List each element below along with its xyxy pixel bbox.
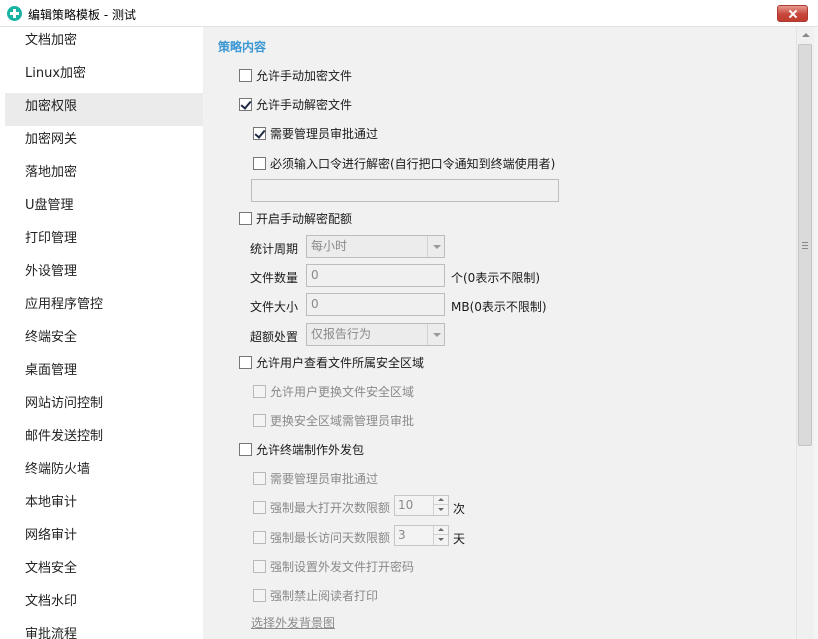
allow-manual-encrypt-label: 允许手动加密文件	[256, 68, 353, 83]
file-count-input[interactable]: 0	[306, 264, 445, 287]
allow-manual-encrypt-option[interactable]: 允许手动加密文件	[239, 66, 352, 84]
policy-content-panel: 策略内容 允许手动加密文件 允许手动解密文件 需要管理员审批通过 必须输入口令进…	[203, 27, 796, 639]
file-count-label: 文件数量	[250, 271, 299, 285]
view-security-zone-label: 允许用户查看文件所属安全区域	[256, 355, 425, 370]
vertical-scrollbar[interactable]	[796, 27, 814, 639]
outgoing-package-label: 允许终端制作外发包	[256, 442, 365, 457]
spin-down-icon[interactable]	[434, 505, 448, 514]
outgoing-package-checkbox[interactable]	[239, 442, 252, 456]
max-open-value: 10	[398, 498, 414, 512]
sidebar-item-document-security[interactable]: 文档安全	[5, 555, 203, 588]
sidebar-item-print-management[interactable]: 打印管理	[5, 225, 203, 258]
allow-manual-decrypt-checkbox[interactable]	[239, 97, 252, 111]
require-password-option[interactable]: 必须输入口令进行解密(自行把口令通知到终端使用者)	[253, 154, 555, 172]
decrypt-quota-checkbox[interactable]	[239, 211, 252, 225]
max-days-unit: 天	[453, 532, 466, 546]
outgoing-package-option[interactable]: 允许终端制作外发包	[239, 440, 364, 458]
outgoing-admin-approval-checkbox[interactable]	[253, 471, 266, 485]
sidebar-item-usb-management[interactable]: U盘管理	[5, 192, 203, 225]
no-print-label: 强制禁止阅读者打印	[270, 588, 379, 603]
section-title: 策略内容	[218, 40, 267, 54]
view-security-zone-checkbox[interactable]	[239, 355, 252, 369]
sidebar-item-application-control[interactable]: 应用程序管控	[5, 291, 203, 324]
over-quota-value: 仅报告行为	[311, 327, 372, 341]
sidebar-item-document-watermark[interactable]: 文档水印	[5, 588, 203, 621]
sidebar-item-encryption-gateway[interactable]: 加密网关	[5, 126, 203, 159]
grip-icon	[802, 242, 808, 249]
select-background-link[interactable]: 选择外发背景图	[251, 614, 335, 631]
spin-up-icon[interactable]	[434, 526, 448, 535]
sidebar-item-desktop-management[interactable]: 桌面管理	[5, 357, 203, 390]
no-print-option[interactable]: 强制禁止阅读者打印	[253, 586, 378, 604]
change-zone-approval-checkbox[interactable]	[253, 413, 266, 427]
change-zone-approval-option[interactable]: 更换安全区域需管理员审批	[253, 411, 414, 429]
max-open-option[interactable]: 强制最大打开次数限额	[253, 498, 390, 516]
no-print-checkbox[interactable]	[253, 588, 266, 602]
set-password-option[interactable]: 强制设置外发文件打开密码	[253, 557, 414, 575]
max-open-stepper[interactable]: 10	[394, 495, 449, 516]
file-size-label: 文件大小	[250, 300, 299, 314]
sidebar-item-network-audit[interactable]: 网络审计	[5, 522, 203, 555]
sidebar-item-local-audit[interactable]: 本地审计	[5, 489, 203, 522]
period-value: 每小时	[311, 239, 348, 253]
close-button[interactable]	[777, 5, 808, 22]
sidebar-item-peripheral-management[interactable]: 外设管理	[5, 258, 203, 291]
file-count-hint: 个(0表示不限制)	[451, 271, 540, 285]
sidebar-item-document-encryption[interactable]: 文档加密	[5, 27, 203, 60]
max-open-unit: 次	[453, 502, 466, 516]
require-admin-approval-label: 需要管理员审批通过	[270, 126, 379, 141]
require-admin-approval-checkbox[interactable]	[253, 126, 266, 140]
max-open-label: 强制最大打开次数限额	[270, 500, 391, 515]
file-size-input[interactable]: 0	[306, 293, 445, 316]
max-days-label: 强制最长访问天数限额	[270, 530, 391, 545]
allow-manual-decrypt-label: 允许手动解密文件	[256, 97, 353, 112]
change-zone-label: 允许用户更换文件安全区域	[270, 384, 415, 399]
max-days-checkbox[interactable]	[253, 530, 266, 544]
decrypt-quota-label: 开启手动解密配额	[256, 211, 353, 226]
decrypt-quota-option[interactable]: 开启手动解密配额	[239, 209, 352, 227]
change-zone-checkbox[interactable]	[253, 384, 266, 398]
scroll-up-arrow-icon[interactable]	[797, 27, 814, 44]
window-border	[814, 27, 818, 639]
spin-down-icon[interactable]	[434, 535, 448, 544]
change-zone-option[interactable]: 允许用户更换文件安全区域	[253, 382, 414, 400]
sidebar-item-mail-send-control[interactable]: 邮件发送控制	[5, 423, 203, 456]
view-security-zone-option[interactable]: 允许用户查看文件所属安全区域	[239, 353, 424, 371]
require-admin-approval-option[interactable]: 需要管理员审批通过	[253, 124, 378, 142]
max-days-option[interactable]: 强制最长访问天数限额	[253, 528, 390, 546]
max-open-checkbox[interactable]	[253, 500, 266, 514]
over-quota-label: 超额处置	[250, 330, 299, 344]
window-title: 编辑策略模板 - 测试	[28, 8, 136, 22]
sidebar-item-linux-encryption[interactable]: Linux加密	[5, 60, 203, 93]
scrollbar-thumb[interactable]	[798, 44, 812, 446]
period-label: 统计周期	[250, 242, 299, 256]
shield-app-icon	[7, 6, 22, 21]
decrypt-password-input[interactable]	[251, 179, 559, 202]
max-days-value: 3	[398, 528, 406, 542]
chevron-down-icon	[427, 236, 444, 257]
change-zone-approval-label: 更换安全区域需管理员审批	[270, 413, 415, 428]
sidebar-item-endpoint-security[interactable]: 终端安全	[5, 324, 203, 357]
require-password-label: 必须输入口令进行解密(自行把口令通知到终端使用者)	[270, 156, 556, 171]
allow-manual-decrypt-option[interactable]: 允许手动解密文件	[239, 95, 352, 113]
outgoing-admin-approval-option[interactable]: 需要管理员审批通过	[253, 469, 378, 487]
title-bar: 编辑策略模板 - 测试	[0, 0, 818, 27]
max-days-stepper[interactable]: 3	[394, 525, 449, 546]
over-quota-select[interactable]: 仅报告行为	[306, 323, 445, 346]
sidebar-item-web-access-control[interactable]: 网站访问控制	[5, 390, 203, 423]
file-size-hint: MB(0表示不限制)	[451, 300, 547, 314]
allow-manual-encrypt-checkbox[interactable]	[239, 68, 252, 82]
set-password-checkbox[interactable]	[253, 559, 266, 573]
sidebar-item-encryption-permissions[interactable]: 加密权限	[5, 93, 203, 126]
sidebar: 文档加密 Linux加密 加密权限 加密网关 落地加密 U盘管理 打印管理 外设…	[5, 27, 203, 639]
sidebar-item-endpoint-firewall[interactable]: 终端防火墙	[5, 456, 203, 489]
chevron-down-icon	[427, 324, 444, 345]
outgoing-admin-approval-label: 需要管理员审批通过	[270, 471, 379, 486]
require-password-checkbox[interactable]	[253, 156, 266, 170]
spin-up-icon[interactable]	[434, 496, 448, 505]
sidebar-item-landing-encryption[interactable]: 落地加密	[5, 159, 203, 192]
set-password-label: 强制设置外发文件打开密码	[270, 559, 415, 574]
sidebar-item-approval-flow[interactable]: 审批流程	[5, 621, 203, 639]
period-select[interactable]: 每小时	[306, 235, 445, 258]
